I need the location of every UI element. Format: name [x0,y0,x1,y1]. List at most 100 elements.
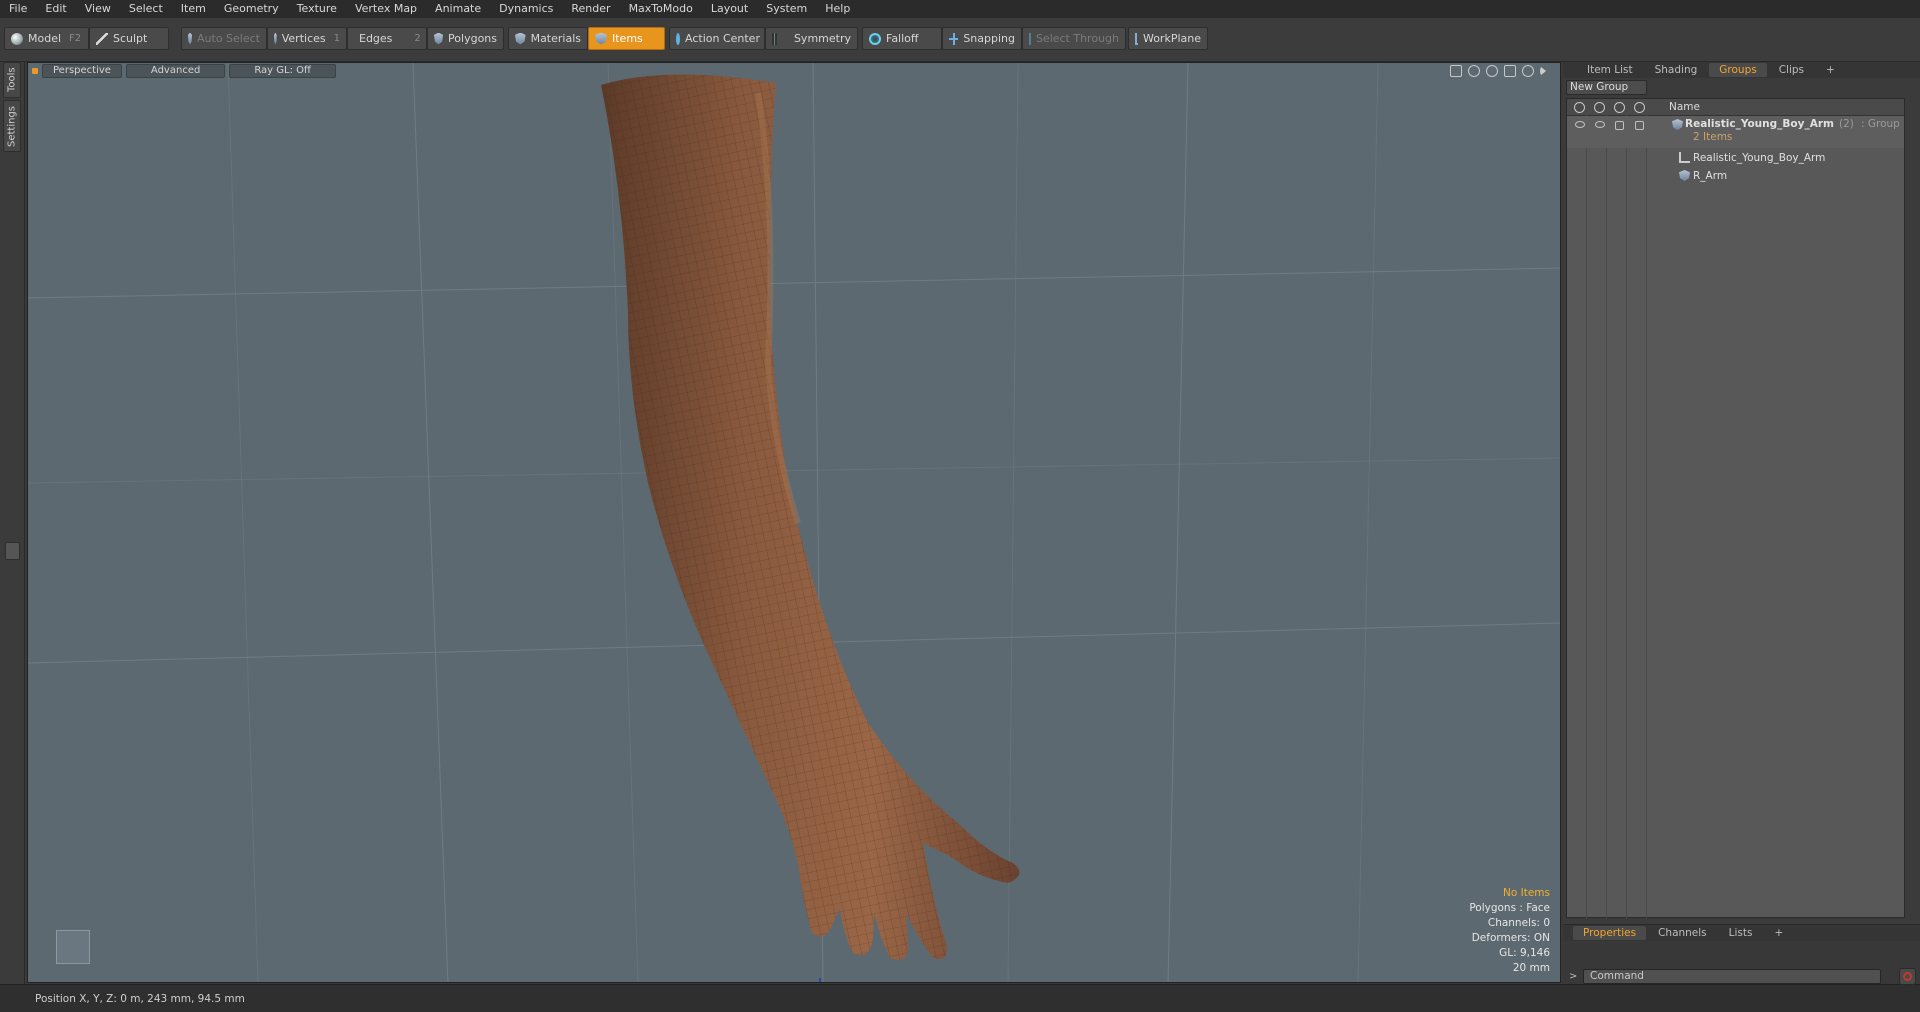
tab-tools[interactable]: Tools [3,62,21,98]
group-item-count: 2 Items [1693,131,1733,143]
add-tab-button[interactable]: + [1816,63,1845,77]
render-toggle-icon[interactable] [1595,121,1605,128]
model-shortcut: F2 [69,33,82,44]
sculpt-label: Sculpt [113,32,148,45]
info-scale: 20 mm [1512,962,1550,974]
add-bottom-tab-button[interactable]: + [1764,926,1793,940]
vertices-button[interactable]: Vertices 1 [267,27,347,50]
menu-file[interactable]: File [0,0,36,18]
visibility-column-icon[interactable] [1574,102,1585,113]
items-button[interactable]: Items [588,27,665,50]
menu-animate[interactable]: Animate [426,0,490,18]
brush-icon [96,32,108,45]
toolbar: Model F2 Sculpt Auto Select Vertices 1 E… [0,18,1920,62]
items-label: Items [612,32,643,45]
list-item[interactable]: Realistic_Young_Boy_Arm [1567,149,1904,167]
group-name: Realistic_Young_Boy_Arm [1685,118,1834,130]
symmetry-icon [772,32,777,45]
lock-column-icon[interactable] [1614,102,1625,113]
eye-icon[interactable] [1575,121,1585,128]
workplane-button[interactable]: WorkPlane [1128,27,1208,50]
tab-channels[interactable]: Channels [1648,926,1717,940]
lock-checkbox[interactable] [1615,121,1624,130]
name-column-header[interactable]: Name [1669,101,1700,113]
list-item[interactable]: R_Arm [1567,167,1904,185]
menu-select[interactable]: Select [120,0,172,18]
collapse-panel-button[interactable] [5,542,20,560]
symmetry-button[interactable]: Symmetry [765,27,858,50]
view-perspective-tab[interactable]: Perspective [42,64,122,78]
bottom-panel-tabs: Properties Channels Lists + [1563,925,1920,941]
menu-edit[interactable]: Edit [36,0,75,18]
render-column-icon[interactable] [1594,102,1605,113]
view-style-advanced-tab[interactable]: Advanced [125,64,226,78]
rotate-icon[interactable] [1468,65,1480,77]
polygons-button[interactable]: Polygons [427,27,504,50]
falloff-label: Falloff [886,32,919,45]
falloff-button[interactable]: Falloff [862,27,942,50]
tab-lists[interactable]: Lists [1719,926,1763,940]
group-row[interactable]: Realistic_Young_Boy_Arm (2) : Group 2 It… [1567,116,1904,148]
item-name: Realistic_Young_Boy_Arm [1693,152,1826,164]
expand-arrow-icon[interactable] [1540,66,1546,76]
tab-item-list[interactable]: Item List [1577,63,1643,77]
tab-groups[interactable]: Groups [1709,63,1767,77]
position-readout: Position X, Y, Z: 0 m, 243 mm, 94.5 mm [35,993,245,1005]
menu-vertex-map[interactable]: Vertex Map [346,0,426,18]
menu-texture[interactable]: Texture [288,0,346,18]
group-count: (2) [1839,118,1854,130]
auto-select-icon [188,32,193,45]
snapping-icon [949,32,959,45]
info-gl: GL: 9,146 [1499,947,1550,959]
maximize-icon[interactable] [1504,65,1516,77]
sculpt-mode-button[interactable]: Sculpt [89,27,169,50]
right-panel-tabs: Item List Shading Groups Clips + [1563,62,1920,78]
snapping-button[interactable]: Snapping [942,27,1022,50]
select-checkbox[interactable] [1635,121,1644,130]
tab-clips[interactable]: Clips [1769,63,1814,77]
menu-maxtomodo[interactable]: MaxToModo [620,0,702,18]
tab-properties[interactable]: Properties [1573,926,1647,940]
properties-panel: Properties Channels Lists + > Command [1563,924,1920,985]
right-panel: Item List Shading Groups Clips + New Gro… [1563,62,1920,985]
auto-select-label: Auto Select [197,32,260,45]
record-icon[interactable] [1899,968,1916,985]
raygl-toggle[interactable]: Ray GL: Off [229,64,336,78]
zoom-icon[interactable] [1486,65,1498,77]
menu-geometry[interactable]: Geometry [215,0,288,18]
viewport-canvas[interactable] [28,63,1561,983]
menu-view[interactable]: View [76,0,120,18]
menu-render[interactable]: Render [562,0,619,18]
symmetry-label: Symmetry [793,32,851,45]
menu-layout[interactable]: Layout [702,0,757,18]
tab-settings[interactable]: Settings [3,100,21,152]
menu-system[interactable]: System [757,0,816,18]
gear-icon[interactable] [1522,65,1534,77]
menu-dynamics[interactable]: Dynamics [490,0,562,18]
materials-button[interactable]: Materials [508,27,588,50]
3d-viewport[interactable]: Perspective Advanced Ray GL: Off No Item… [27,62,1561,983]
snapping-label: Snapping [963,32,1015,45]
edges-button[interactable]: Edges 2 [347,27,427,50]
edges-shortcut: 2 [414,33,421,44]
menu-help[interactable]: Help [816,0,859,18]
auto-select-button[interactable]: Auto Select [181,27,267,50]
left-tool-tabs: Tools Settings [0,62,25,984]
menu-bar: File Edit View Select Item Geometry Text… [0,0,1920,18]
tab-shading[interactable]: Shading [1645,63,1708,77]
model-label: Model [28,32,62,45]
select-column-icon[interactable] [1634,102,1645,113]
menu-item[interactable]: Item [172,0,215,18]
model-mode-button[interactable]: Model F2 [4,27,89,50]
new-group-button[interactable]: New Group [1566,80,1647,95]
viewport-info: No Items Polygons : Face Channels: 0 Def… [1469,886,1550,976]
select-through-icon [1029,32,1031,45]
action-center-button[interactable]: Action Center [669,27,765,50]
pan-icon[interactable] [1450,65,1462,77]
vertices-icon [274,32,277,45]
viewport-menu-icon[interactable] [32,68,38,74]
item-name: R_Arm [1693,170,1728,182]
select-through-button[interactable]: Select Through [1022,27,1126,50]
polygons-icon [434,32,444,45]
command-input[interactable]: Command [1583,969,1881,984]
